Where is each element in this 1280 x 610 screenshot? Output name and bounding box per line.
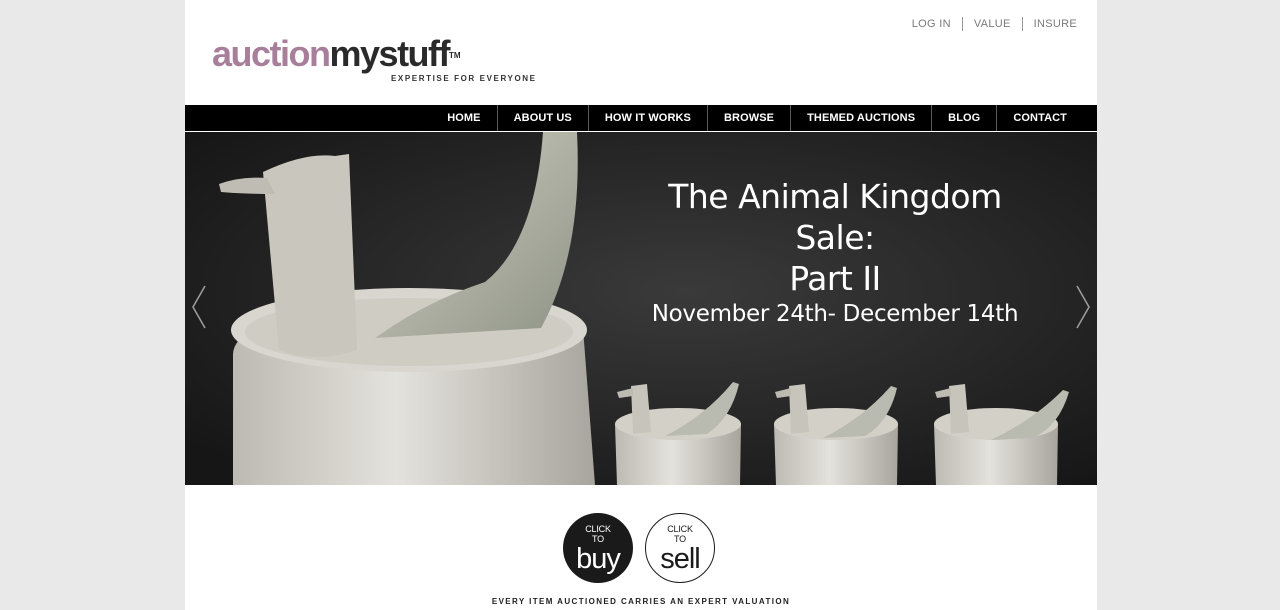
cta-buy-small2: TO xyxy=(592,533,604,544)
nav-item-about-us[interactable]: ABOUT US xyxy=(496,105,588,131)
hero-slider[interactable]: The Animal Kingdom Sale: Part II Novembe… xyxy=(185,132,1097,485)
chevron-left-icon[interactable] xyxy=(189,282,209,332)
top-links: LOG IN VALUE INSURE xyxy=(901,17,1077,31)
nav-item-browse[interactable]: BROWSE xyxy=(707,105,790,131)
page-container: LOG IN VALUE INSURE auctionmystuffTM EXP… xyxy=(185,0,1097,610)
hero-title-line2: Part II xyxy=(789,259,881,298)
hero-dates: November 24th- December 14th xyxy=(651,301,1019,327)
cta-sell-label: sell xyxy=(660,542,701,575)
main-nav: HOME ABOUT US HOW IT WORKS BROWSE THEMED… xyxy=(185,105,1097,131)
site-logo[interactable]: auctionmystuffTM EXPERTISE FOR EVERYONE xyxy=(212,33,535,84)
logo-text-mystuff: mystuff xyxy=(329,33,451,74)
cta-buy-label: buy xyxy=(576,542,621,575)
logo-tagline: EXPERTISE FOR EVERYONE xyxy=(391,74,537,83)
chevron-right-icon[interactable] xyxy=(1073,282,1093,332)
hero-caption: The Animal Kingdom Sale: Part II Novembe… xyxy=(625,176,1045,329)
cta-group: CLICK TO buy CLICK TO sell xyxy=(563,513,715,583)
nav-item-home[interactable]: HOME xyxy=(431,105,496,131)
hero-title-line1: The Animal Kingdom Sale: xyxy=(668,177,1002,257)
login-link[interactable]: LOG IN xyxy=(901,18,962,30)
nav-item-blog[interactable]: BLOG xyxy=(931,105,996,131)
nav-item-themed-auctions[interactable]: THEMED AUCTIONS xyxy=(790,105,931,131)
click-to-sell-button[interactable]: CLICK TO sell xyxy=(645,513,715,583)
logo-text-auction: auction xyxy=(212,33,331,74)
click-to-buy-button[interactable]: CLICK TO buy xyxy=(563,513,633,583)
insure-link[interactable]: INSURE xyxy=(1023,18,1077,30)
cta-sell-small2: TO xyxy=(674,533,686,544)
value-link[interactable]: VALUE xyxy=(963,18,1022,30)
valuation-note: EVERY ITEM AUCTIONED CARRIES AN EXPERT V… xyxy=(491,597,791,606)
cta-sell-small1: CLICK xyxy=(667,523,693,534)
nav-item-contact[interactable]: CONTACT xyxy=(996,105,1083,131)
nav-item-how-it-works[interactable]: HOW IT WORKS xyxy=(587,105,707,131)
logo-trademark: TM xyxy=(449,51,461,60)
cta-buy-small1: CLICK xyxy=(585,523,611,534)
